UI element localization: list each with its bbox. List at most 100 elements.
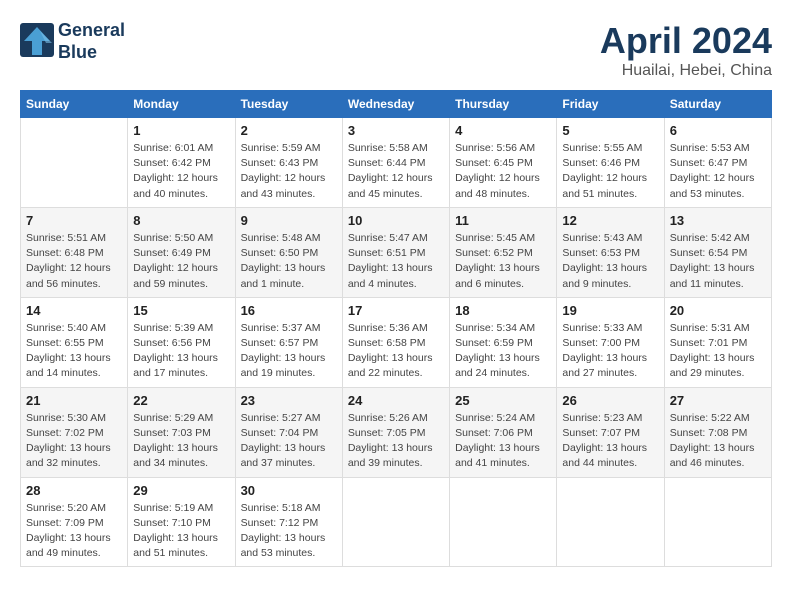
day-number: 18 <box>455 303 551 318</box>
calendar-cell: 1Sunrise: 6:01 AMSunset: 6:42 PMDaylight… <box>128 118 235 208</box>
day-info: Sunrise: 5:42 AMSunset: 6:54 PMDaylight:… <box>670 231 766 292</box>
day-info: Sunrise: 5:55 AMSunset: 6:46 PMDaylight:… <box>562 141 658 202</box>
calendar-cell: 30 Sunrise: 5:18 AMSunset: 7:12 PMDayligh… <box>235 477 342 567</box>
calendar-cell: 26Sunrise: 5:23 AMSunset: 7:07 PMDayligh… <box>557 387 664 477</box>
day-number: 8 <box>133 213 229 228</box>
day-info: Sunrise: 5:40 AMSunset: 6:55 PMDaylight:… <box>26 321 122 382</box>
day-number: 23 <box>241 393 337 408</box>
day-number: 9 <box>241 213 337 228</box>
day-number: 21 <box>26 393 122 408</box>
calendar-header: SundayMondayTuesdayWednesdayThursdayFrid… <box>21 91 772 118</box>
calendar-cell: 3 Sunrise: 5:58 AMSunset: 6:44 PMDaylight… <box>342 118 449 208</box>
weekday-header: Wednesday <box>342 91 449 118</box>
page-header: General Blue April 2024 Huailai, Hebei, … <box>20 20 772 80</box>
day-info: Sunrise: 5:19 AMSunset: 7:10 PMDaylight:… <box>133 501 229 562</box>
calendar-week-row: 21 Sunrise: 5:30 AMSunset: 7:02 PMDayligh… <box>21 387 772 477</box>
logo-line1: General <box>58 20 125 40</box>
day-number: 13 <box>670 213 766 228</box>
day-number: 11 <box>455 213 551 228</box>
day-number: 12 <box>562 213 658 228</box>
day-info: Sunrise: 5:26 AMSunset: 7:05 PMDaylight:… <box>348 411 444 472</box>
calendar-cell <box>450 477 557 567</box>
day-number: 29 <box>133 483 229 498</box>
day-number: 3 <box>348 123 444 138</box>
title-block: April 2024 Huailai, Hebei, China <box>600 20 772 80</box>
weekday-header: Monday <box>128 91 235 118</box>
day-info: Sunrise: 5:31 AMSunset: 7:01 PMDaylight:… <box>670 321 766 382</box>
day-info: Sunrise: 5:58 AMSunset: 6:44 PMDaylight:… <box>348 141 444 202</box>
calendar-cell: 12 Sunrise: 5:43 AMSunset: 6:53 PMDayligh… <box>557 207 664 297</box>
calendar-week-row: 14 Sunrise: 5:40 AMSunset: 6:55 PMDayligh… <box>21 297 772 387</box>
day-number: 7 <box>26 213 122 228</box>
day-info: Sunrise: 5:27 AMSunset: 7:04 PMDaylight:… <box>241 411 337 472</box>
day-info: Sunrise: 5:18 AMSunset: 7:12 PMDaylight:… <box>241 501 337 562</box>
calendar-cell: 20 Sunrise: 5:31 AMSunset: 7:01 PMDayligh… <box>664 297 771 387</box>
logo-icon <box>20 23 54 61</box>
calendar-cell <box>557 477 664 567</box>
calendar-week-row: 7 Sunrise: 5:51 AMSunset: 6:48 PMDaylight… <box>21 207 772 297</box>
day-number: 20 <box>670 303 766 318</box>
calendar-cell: 8Sunrise: 5:50 AMSunset: 6:49 PMDaylight… <box>128 207 235 297</box>
month-title: April 2024 <box>600 20 772 62</box>
day-info: Sunrise: 5:43 AMSunset: 6:53 PMDaylight:… <box>562 231 658 292</box>
day-number: 27 <box>670 393 766 408</box>
day-info: Sunrise: 5:48 AMSunset: 6:50 PMDaylight:… <box>241 231 337 292</box>
calendar-cell: 11Sunrise: 5:45 AMSunset: 6:52 PMDayligh… <box>450 207 557 297</box>
day-number: 30 <box>241 483 337 498</box>
calendar-body: 1Sunrise: 6:01 AMSunset: 6:42 PMDaylight… <box>21 118 772 567</box>
day-info: Sunrise: 5:23 AMSunset: 7:07 PMDaylight:… <box>562 411 658 472</box>
logo: General Blue <box>20 20 125 63</box>
location: Huailai, Hebei, China <box>600 62 772 80</box>
day-info: Sunrise: 5:59 AMSunset: 6:43 PMDaylight:… <box>241 141 337 202</box>
day-info: Sunrise: 5:51 AMSunset: 6:48 PMDaylight:… <box>26 231 122 292</box>
calendar-cell: 14 Sunrise: 5:40 AMSunset: 6:55 PMDayligh… <box>21 297 128 387</box>
day-number: 19 <box>562 303 658 318</box>
day-info: Sunrise: 5:30 AMSunset: 7:02 PMDaylight:… <box>26 411 122 472</box>
calendar-cell: 5 Sunrise: 5:55 AMSunset: 6:46 PMDaylight… <box>557 118 664 208</box>
weekday-header: Tuesday <box>235 91 342 118</box>
calendar-cell <box>664 477 771 567</box>
day-number: 17 <box>348 303 444 318</box>
weekday-header: Saturday <box>664 91 771 118</box>
day-number: 24 <box>348 393 444 408</box>
calendar-cell: 28 Sunrise: 5:20 AMSunset: 7:09 PMDayligh… <box>21 477 128 567</box>
calendar-week-row: 28 Sunrise: 5:20 AMSunset: 7:09 PMDayligh… <box>21 477 772 567</box>
calendar-cell: 19 Sunrise: 5:33 AMSunset: 7:00 PMDayligh… <box>557 297 664 387</box>
day-info: Sunrise: 5:53 AMSunset: 6:47 PMDaylight:… <box>670 141 766 202</box>
day-number: 14 <box>26 303 122 318</box>
calendar-cell: 4Sunrise: 5:56 AMSunset: 6:45 PMDaylight… <box>450 118 557 208</box>
header-row: SundayMondayTuesdayWednesdayThursdayFrid… <box>21 91 772 118</box>
calendar-cell: 24 Sunrise: 5:26 AMSunset: 7:05 PMDayligh… <box>342 387 449 477</box>
calendar-cell: 2 Sunrise: 5:59 AMSunset: 6:43 PMDaylight… <box>235 118 342 208</box>
calendar-cell: 13 Sunrise: 5:42 AMSunset: 6:54 PMDayligh… <box>664 207 771 297</box>
day-info: Sunrise: 5:36 AMSunset: 6:58 PMDaylight:… <box>348 321 444 382</box>
day-number: 28 <box>26 483 122 498</box>
day-info: Sunrise: 5:37 AMSunset: 6:57 PMDaylight:… <box>241 321 337 382</box>
day-info: Sunrise: 5:33 AMSunset: 7:00 PMDaylight:… <box>562 321 658 382</box>
calendar-cell: 27 Sunrise: 5:22 AMSunset: 7:08 PMDayligh… <box>664 387 771 477</box>
day-number: 15 <box>133 303 229 318</box>
weekday-header: Thursday <box>450 91 557 118</box>
calendar-cell: 16Sunrise: 5:37 AMSunset: 6:57 PMDayligh… <box>235 297 342 387</box>
day-info: Sunrise: 5:24 AMSunset: 7:06 PMDaylight:… <box>455 411 551 472</box>
calendar-cell: 18Sunrise: 5:34 AMSunset: 6:59 PMDayligh… <box>450 297 557 387</box>
calendar-cell: 15Sunrise: 5:39 AMSunset: 6:56 PMDayligh… <box>128 297 235 387</box>
calendar-cell: 6Sunrise: 5:53 AMSunset: 6:47 PMDaylight… <box>664 118 771 208</box>
day-info: Sunrise: 5:20 AMSunset: 7:09 PMDaylight:… <box>26 501 122 562</box>
calendar-cell: 7 Sunrise: 5:51 AMSunset: 6:48 PMDaylight… <box>21 207 128 297</box>
day-info: Sunrise: 5:29 AMSunset: 7:03 PMDaylight:… <box>133 411 229 472</box>
calendar-cell: 23 Sunrise: 5:27 AMSunset: 7:04 PMDayligh… <box>235 387 342 477</box>
calendar-cell: 29 Sunrise: 5:19 AMSunset: 7:10 PMDayligh… <box>128 477 235 567</box>
day-info: Sunrise: 5:22 AMSunset: 7:08 PMDaylight:… <box>670 411 766 472</box>
day-info: Sunrise: 5:47 AMSunset: 6:51 PMDaylight:… <box>348 231 444 292</box>
calendar-week-row: 1Sunrise: 6:01 AMSunset: 6:42 PMDaylight… <box>21 118 772 208</box>
day-info: Sunrise: 6:01 AMSunset: 6:42 PMDaylight:… <box>133 141 229 202</box>
day-number: 22 <box>133 393 229 408</box>
calendar-cell: 22 Sunrise: 5:29 AMSunset: 7:03 PMDayligh… <box>128 387 235 477</box>
day-number: 5 <box>562 123 658 138</box>
day-number: 2 <box>241 123 337 138</box>
weekday-header: Friday <box>557 91 664 118</box>
calendar-cell: 17 Sunrise: 5:36 AMSunset: 6:58 PMDayligh… <box>342 297 449 387</box>
logo-text: General Blue <box>58 20 125 63</box>
day-number: 10 <box>348 213 444 228</box>
